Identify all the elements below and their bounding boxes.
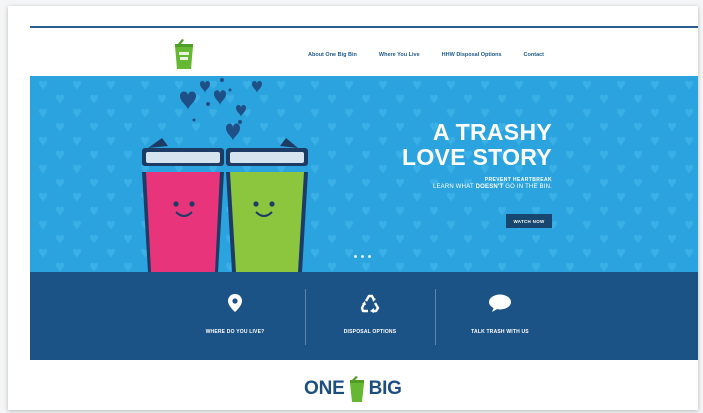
hero-tagline-post: GO IN THE BIN. bbox=[503, 184, 552, 190]
feature-label: DISPOSAL OPTIONS bbox=[343, 329, 397, 335]
recycle-icon bbox=[360, 294, 380, 313]
feature-label: TALK TRASH WITH US bbox=[471, 329, 529, 335]
one-big-bin-logo: ONE BIG bbox=[304, 376, 402, 402]
slider-dot[interactable] bbox=[368, 255, 371, 258]
header-top-rule bbox=[30, 26, 698, 28]
feature-label: WHERE DO YOU LIVE? bbox=[205, 329, 265, 335]
logo-bin-icon bbox=[349, 376, 364, 402]
feature-disposal-options[interactable]: DISPOSAL OPTIONS bbox=[305, 272, 435, 360]
hero-subtitle: PREVENT HEARTBREAK bbox=[484, 177, 552, 183]
slider-dot[interactable] bbox=[361, 255, 364, 258]
nav-item-where-you-live[interactable]: Where You Live bbox=[379, 52, 420, 58]
hero-tagline-pre: LEARN WHAT bbox=[432, 184, 476, 190]
slider-dots bbox=[354, 255, 371, 258]
pink-bin bbox=[142, 138, 224, 272]
map-pin-icon bbox=[228, 294, 242, 312]
hero-title-line2: LOVE STORY bbox=[402, 144, 552, 170]
hero-banner: A TRASHY LOVE STORY PREVENT HEARTBREAK L… bbox=[30, 76, 698, 272]
bins-illustration bbox=[142, 78, 308, 272]
hero-tagline: LEARN WHAT DOESN'T GO IN THE BIN. bbox=[433, 184, 552, 190]
feature-talk-trash[interactable]: TALK TRASH WITH US bbox=[435, 272, 565, 360]
screenshot-frame: About One Big Bin Where You Live HHW Dis… bbox=[8, 6, 698, 410]
feature-band: WHERE DO YOU LIVE? DISPOSAL OPTIONS TALK… bbox=[30, 272, 698, 360]
main-nav: About One Big Bin Where You Live HHW Dis… bbox=[308, 48, 544, 62]
feature-where-do-you-live[interactable]: WHERE DO YOU LIVE? bbox=[170, 272, 300, 360]
watch-now-button[interactable]: WATCH NOW bbox=[506, 214, 552, 228]
site-logo[interactable] bbox=[173, 38, 195, 70]
logo-word-big: BIG bbox=[368, 378, 402, 399]
nav-item-about[interactable]: About One Big Bin bbox=[308, 52, 357, 58]
slider-dot[interactable] bbox=[354, 255, 357, 258]
nav-item-contact[interactable]: Contact bbox=[524, 52, 544, 58]
nav-item-hhw-disposal[interactable]: HHW Disposal Options bbox=[442, 52, 502, 58]
hero-title-line1: A TRASHY bbox=[432, 119, 552, 145]
hero-title: A TRASHY LOVE STORY bbox=[352, 120, 552, 170]
green-bin bbox=[226, 138, 308, 272]
logo-word-one: ONE bbox=[304, 378, 345, 399]
hero-tagline-emphasis: DOESN'T bbox=[475, 184, 504, 190]
speech-bubble-icon bbox=[489, 294, 511, 312]
